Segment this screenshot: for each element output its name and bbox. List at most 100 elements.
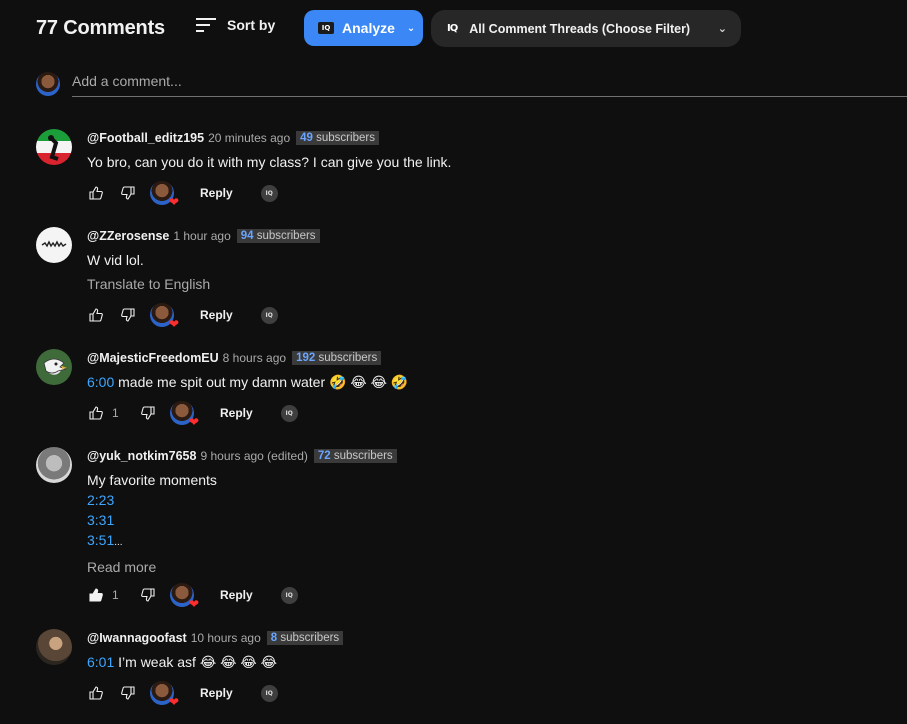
subscriber-badge: 49 subscribers — [296, 131, 379, 145]
creator-heart: ❤ — [150, 181, 179, 208]
avatar — [36, 349, 72, 385]
avatar — [36, 72, 60, 96]
chevron-down-icon: ⌄ — [406, 22, 416, 34]
comment-actions: ❤ Reply IQ — [87, 181, 278, 208]
thumbs-up-icon[interactable] — [88, 307, 104, 323]
subscriber-label: subscribers — [318, 352, 378, 364]
comment: @yuk_notkim7658 9 hours ago (edited) 72 … — [36, 447, 896, 610]
comment-time[interactable]: 20 minutes ago — [208, 131, 290, 145]
creator-heart: ❤ — [170, 401, 199, 428]
analyze-button[interactable]: IQ Analyze ⌄ — [304, 10, 423, 46]
filter-label: All Comment Threads (Choose Filter) — [469, 21, 691, 36]
timestamp-link[interactable]: 3:31 — [87, 510, 896, 530]
comment-author[interactable]: @MajesticFreedomEU — [87, 351, 219, 365]
subscriber-count: 8 — [270, 632, 278, 644]
thumbs-down-icon[interactable] — [140, 587, 156, 603]
comment-text: Yo bro, can you do it with my class? I c… — [87, 154, 452, 170]
comment-time[interactable]: 9 hours ago (edited) — [200, 449, 307, 463]
comment: @Iwannagoofast 10 hours ago 8 subscriber… — [36, 629, 896, 709]
comment-text: 6:00 made me spit out my damn water 🤣 😂 … — [87, 372, 896, 392]
avatar — [36, 629, 72, 665]
comment-text-body: I’m weak asf 😂 😂 😂 😂 — [114, 654, 277, 670]
sort-label: Sort by — [227, 17, 276, 33]
avatar — [36, 129, 72, 165]
reply-button[interactable]: Reply — [200, 686, 233, 700]
comment-time[interactable]: 10 hours ago — [191, 631, 261, 645]
thumbs-up-icon[interactable] — [88, 185, 104, 201]
thumbs-down-icon[interactable] — [120, 685, 136, 701]
subscriber-count: 72 — [317, 450, 331, 462]
comment-actions: ❤ Reply IQ — [87, 681, 278, 708]
comment-author[interactable]: @yuk_notkim7658 — [87, 449, 196, 463]
creator-heart: ❤ — [170, 583, 199, 610]
timestamp-link[interactable]: 6:01 — [87, 654, 114, 670]
comment-author[interactable]: @ZZerosense — [87, 229, 169, 243]
thumbs-up-icon[interactable] — [88, 587, 104, 603]
comment-text: 6:01 I’m weak asf 😂 😂 😂 😂 — [87, 652, 896, 672]
thumbs-down-icon[interactable] — [120, 307, 136, 323]
heart-icon: ❤ — [168, 695, 179, 709]
thumbs-up-icon[interactable] — [88, 405, 104, 421]
translate-link[interactable]: Translate to English — [87, 274, 896, 294]
comments-header: 77 Comments — [36, 10, 165, 46]
subscriber-count: 49 — [300, 132, 313, 144]
iq-circle-icon[interactable]: IQ — [280, 404, 298, 422]
comment-time[interactable]: 8 hours ago — [223, 351, 286, 365]
reply-button[interactable]: Reply — [220, 406, 253, 420]
comment-text: My favorite moments — [87, 472, 217, 488]
comment-author[interactable]: @Iwannagoofast — [87, 631, 187, 645]
add-comment-input[interactable]: Add a comment... — [72, 70, 907, 97]
like-count: 1 — [112, 588, 119, 602]
comment-actions: ❤ Reply IQ — [87, 303, 278, 330]
avatar — [36, 227, 72, 263]
comment-author[interactable]: @Football_editz195 — [87, 131, 204, 145]
subscriber-count: 94 — [240, 230, 254, 242]
heart-icon: ❤ — [168, 195, 179, 209]
comment-text-body: made me spit out my damn water 🤣 😂 😂 🤣 — [114, 374, 409, 390]
reply-button[interactable]: Reply — [200, 186, 233, 200]
analyze-label: Analyze — [342, 20, 395, 36]
thumbs-up-icon[interactable] — [88, 685, 104, 701]
read-more-link[interactable]: Read more — [87, 557, 896, 577]
creator-heart: ❤ — [150, 681, 179, 708]
subscriber-label: subscribers — [333, 450, 393, 462]
comment-filter-dropdown[interactable]: IQ All Comment Threads (Choose Filter) ⌄ — [431, 10, 741, 47]
comment: @Football_editz195 20 minutes ago 49 sub… — [36, 129, 896, 209]
iq-icon: IQ — [318, 22, 334, 34]
sort-by-button[interactable]: Sort by — [195, 16, 275, 34]
timestamp-link[interactable]: 3:51 — [87, 532, 114, 548]
iq-circle-icon[interactable]: IQ — [280, 586, 298, 604]
thumbs-down-icon[interactable] — [140, 405, 156, 421]
iq-circle-icon[interactable]: IQ — [260, 184, 278, 202]
subscriber-badge: 94 subscribers — [236, 229, 320, 243]
ellipsis: ... — [114, 537, 123, 548]
subscriber-badge: 192 subscribers — [292, 351, 382, 365]
timestamp-link[interactable]: 6:00 — [87, 374, 114, 390]
iq-circle-icon[interactable]: IQ — [260, 684, 278, 702]
subscriber-label: subscribers — [256, 230, 316, 242]
heart-icon: ❤ — [188, 415, 199, 429]
comment-actions: 1 ❤ Reply IQ — [87, 401, 298, 428]
thumbs-down-icon[interactable] — [120, 185, 136, 201]
heart-icon: ❤ — [168, 317, 179, 331]
heart-icon: ❤ — [188, 597, 199, 611]
comment-count: 77 Comments — [36, 16, 165, 39]
chevron-down-icon: ⌄ — [717, 23, 727, 35]
reply-button[interactable]: Reply — [220, 588, 253, 602]
sort-icon — [196, 18, 216, 32]
iq-circle-icon[interactable]: IQ — [260, 306, 278, 324]
subscriber-label: subscribers — [280, 632, 340, 644]
subscriber-badge: 8 subscribers — [266, 631, 344, 645]
comment-text: W vid lol. — [87, 252, 144, 268]
comment: @MajesticFreedomEU 8 hours ago 192 subsc… — [36, 349, 896, 429]
subscriber-label: subscribers — [316, 132, 375, 144]
creator-heart: ❤ — [150, 303, 179, 330]
timestamp-link[interactable]: 2:23 — [87, 490, 896, 510]
comment-time[interactable]: 1 hour ago — [173, 229, 230, 243]
avatar — [36, 447, 72, 483]
reply-button[interactable]: Reply — [200, 308, 233, 322]
comment: @ZZerosense 1 hour ago 94 subscribers W … — [36, 227, 896, 330]
like-count: 1 — [112, 406, 119, 420]
comment-actions: 1 ❤ Reply IQ — [87, 583, 298, 610]
subscriber-badge: 72 subscribers — [313, 449, 397, 463]
